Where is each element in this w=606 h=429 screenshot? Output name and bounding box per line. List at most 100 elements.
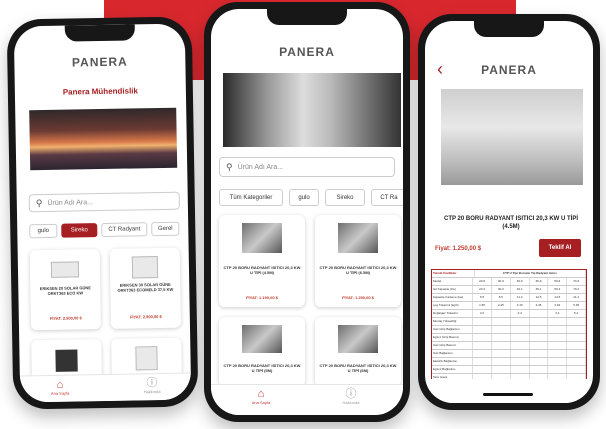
- product-card[interactable]: CTP 20 BORU RADYANT ISITICI 20,3 KW U Tİ…: [315, 317, 401, 387]
- product-card[interactable]: CTP 20 BORU RADYANT ISITICI 20,3 KW U Tİ…: [219, 317, 305, 387]
- product-price: FİYAT: 2.500,00 $: [49, 315, 82, 321]
- spec-cell: [530, 334, 549, 341]
- spec-cell: [548, 350, 568, 357]
- spec-cell: 2.25: [492, 302, 511, 309]
- product-image: [338, 325, 378, 353]
- product-price: FİYAT: 1.190,00 $: [246, 295, 278, 300]
- spec-cell: [567, 350, 587, 357]
- product-card[interactable]: CTP 20 BORU RADYANT ISITICI 20,3 KW U Tİ…: [315, 215, 401, 307]
- phone-center: PANERA ⚲ Ürün Adı Ara... Tüm Kategoriler…: [204, 2, 410, 422]
- category-chip[interactable]: gulo: [29, 223, 58, 239]
- spec-cell: 11.2: [511, 294, 530, 301]
- banner-image: [29, 107, 178, 171]
- page-title: Panera Mühendislik: [62, 86, 139, 97]
- tab-about[interactable]: ⓘ Hakkında: [331, 388, 371, 405]
- product-name: CTP 20 BORU RADYANT ISITICI 20,3 KW U Tİ…: [223, 265, 301, 275]
- phone-notch: [267, 9, 347, 25]
- phone-notch: [474, 21, 544, 37]
- spec-cell: [473, 334, 492, 341]
- spec-table-row: Isıl Kapasite (kw) 20.3 30.3 40.1 45.1 50.3 70…: [432, 286, 587, 294]
- spec-cell: 14.5: [548, 294, 568, 301]
- spec-cell: 45-6: [530, 278, 549, 285]
- spec-row-label: Gaz Giriş Bağlantısı: [432, 326, 474, 333]
- spec-cell: 5.35: [567, 302, 587, 309]
- spec-cell: [567, 342, 587, 349]
- product-title: CTP 20 BORU RADYANT ISITICI 20,3 KW U Tİ…: [443, 216, 579, 230]
- spec-cell: [530, 342, 549, 349]
- spec-cell: [548, 318, 568, 325]
- tab-home[interactable]: ⌂ Ana Sayfa: [40, 378, 80, 396]
- product-name: ERIKSEN 20 SOLAR GÜNE ORKT363 ECO KW: [39, 285, 91, 296]
- category-chip[interactable]: gulo: [289, 189, 319, 206]
- product-name: CTP 20 BORU RADYANT ISITICI 20,3 KW U Tİ…: [319, 363, 397, 373]
- spec-table-row: Gaz Giriş Basıncı: [432, 342, 587, 350]
- spec-table: Teknik Özellikler CTP U Tipi Boruslu Tip…: [431, 269, 587, 383]
- product-name: ERIKSEN 30 SOLAR GÜNE ORKT363 ECOMELD 37…: [117, 281, 174, 293]
- spec-cell: 3.92: [548, 302, 568, 309]
- category-chip-active[interactable]: Sireko: [61, 223, 98, 238]
- product-card[interactable]: ERIKSEN 20 SOLAR GÜNE ORKT363 ECO KW FİY…: [29, 249, 102, 331]
- spec-cell: 3.15: [511, 302, 530, 309]
- spec-row-label: Gaz Bağlantısı: [432, 350, 474, 357]
- search-icon: ⚲: [35, 197, 43, 208]
- tab-about[interactable]: ⓘ Hakkında: [132, 377, 172, 395]
- spec-cell: [511, 358, 530, 365]
- spec-table-row: Montaj Yüksekliği: [432, 318, 587, 326]
- category-chip[interactable]: CT Ra: [371, 189, 403, 206]
- spec-cell: [548, 342, 568, 349]
- category-chip[interactable]: Tüm Kategoriler: [219, 189, 283, 206]
- category-chip[interactable]: Gerel: [151, 221, 180, 237]
- spec-cell: [492, 366, 511, 373]
- spec-cell: [567, 318, 587, 325]
- tab-home-label: Ana Sayfa: [50, 390, 70, 396]
- offer-button[interactable]: Teklif Al: [539, 239, 581, 257]
- product-price: FİYAT: 1.250,00 $: [342, 295, 374, 300]
- spec-table-rows: Model 20-6 30-9 40-6 45-6 50-6 70-6 Isıl Kapasi…: [432, 278, 587, 382]
- spec-cell: [492, 350, 511, 357]
- product-image: [55, 349, 78, 372]
- product-price: Fiyat: 1.250,00 $: [435, 246, 482, 252]
- spec-cell: [530, 366, 549, 373]
- product-image: [242, 223, 282, 253]
- spec-cell: 8.5: [492, 294, 511, 301]
- spec-cell: [548, 358, 568, 365]
- spec-table-title: Teknik Özellikler: [432, 270, 475, 277]
- spec-cell: [492, 342, 511, 349]
- spec-cell: [473, 326, 492, 333]
- spec-table-row: Lpg Tüketimi (kg/h) 1.55 2.25 3.15 3.45 3.92 5…: [432, 302, 587, 310]
- spec-table-row: Doğalgaz Tüketimi 2.0 3.4 3.4 5.4: [432, 310, 587, 318]
- spec-table-row: Kapasite Kademe (kw) 5.5 8.5 11.2 12.5 14.5 21…: [432, 294, 587, 302]
- spec-row-label: Lpg Tüketimi (kg/h): [432, 302, 474, 309]
- spec-cell: [511, 342, 530, 349]
- spec-cell: [548, 334, 568, 341]
- product-card[interactable]: CTP 20 BORU RADYANT ISITICI 20,3 KW U Tİ…: [219, 215, 305, 307]
- tab-about-label: Hakkında: [342, 400, 360, 405]
- search-input[interactable]: ⚲ Ürün Adı Ara...: [28, 191, 180, 213]
- search-input[interactable]: ⚲ Ürün Adı Ara...: [219, 157, 395, 177]
- spec-cell: 70-6: [567, 278, 587, 285]
- spec-cell: 3.4: [511, 310, 530, 317]
- home-indicator: [483, 393, 533, 396]
- spec-cell: [530, 350, 549, 357]
- spec-cell: [511, 318, 530, 325]
- home-icon: ⌂: [257, 388, 265, 400]
- tab-home[interactable]: ⌂ Ana Sayfa: [241, 388, 281, 405]
- category-chip[interactable]: CT Radyant: [101, 222, 148, 238]
- phone-center-screen: PANERA ⚲ Ürün Adı Ara... Tüm Kategoriler…: [211, 9, 403, 415]
- spec-table-row: Gaz Bağlantısı: [432, 350, 587, 358]
- tab-about-label: Hakkında: [143, 389, 161, 395]
- spec-cell: [492, 310, 511, 317]
- product-image: [242, 325, 282, 353]
- spec-row-label: Elektrik Bağlantısı: [432, 358, 474, 365]
- spec-cell: [511, 334, 530, 341]
- product-card[interactable]: ERIKSEN 30 SOLAR GÜNE ORKT363 ECOMELD 37…: [109, 247, 182, 329]
- spec-cell: 1.55: [473, 302, 492, 309]
- category-chip[interactable]: Sireko: [325, 189, 365, 206]
- spec-cell: [511, 350, 530, 357]
- spec-cell: [567, 326, 587, 333]
- app-logo: PANERA: [481, 63, 537, 77]
- phone-left: PANERA Panera Mühendislik ⚲ Ürün Adı Ara…: [6, 16, 199, 410]
- app-logo: PANERA: [71, 54, 128, 70]
- search-icon: ⚲: [226, 161, 233, 172]
- spec-cell: [473, 318, 492, 325]
